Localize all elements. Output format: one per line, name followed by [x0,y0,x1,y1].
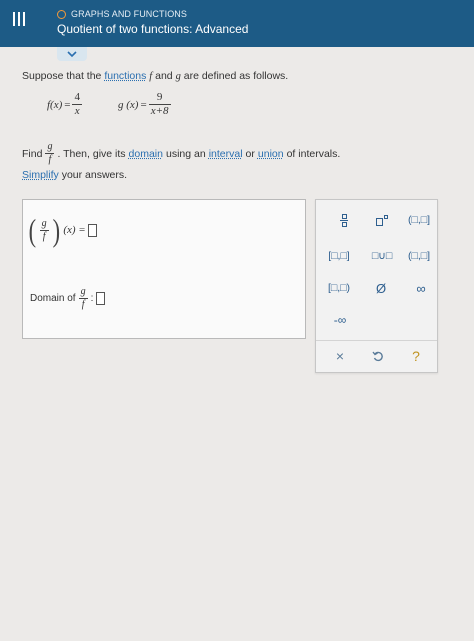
quotient-answer-input[interactable] [87,223,97,237]
quotient-expression: ( g f ) (x) = [27,214,97,246]
undo-key[interactable] [366,346,390,366]
chevron-down-icon [67,50,77,57]
domain-answer-input[interactable] [96,292,106,305]
module-label: GRAPHS AND FUNCTIONS [57,7,187,21]
keypad-divider [316,340,437,341]
menu-icon[interactable] [10,10,28,30]
problem-intro: Suppose that the functions f and g are d… [22,70,289,82]
quotient-fraction: g f [39,217,49,242]
functions-link[interactable]: functions [104,70,146,82]
infinity-key[interactable]: ∞ [406,278,436,298]
union-link[interactable]: union [258,148,284,160]
find-instruction: Find g f . Then, give its domain using a… [22,141,341,165]
closed-closed-interval-key[interactable]: [□,□] [320,246,358,266]
simplify-link[interactable]: Simplify [22,169,59,181]
domain-fraction: g f [78,286,88,310]
f-definition: f(x) = 4 x [47,91,82,117]
module-name: GRAPHS AND FUNCTIONS [71,9,188,19]
find-fraction: g f [45,141,55,165]
progress-circle-icon [57,9,66,19]
math-keypad: (□,□] [□,□] □∪□ (□,□] [□,□) Ø ∞ -∞ × ? [315,199,438,373]
topic-title: Quotient of two functions: Advanced [57,22,249,36]
open-closed-interval-key-2[interactable]: (□,□] [402,246,436,266]
closed-open-interval-key[interactable]: [□,□) [320,278,358,298]
f-fraction: 4 x [72,91,82,117]
exponent-key[interactable] [368,210,396,230]
domain-expression: Domain of g f : [30,286,106,310]
union-key[interactable]: □∪□ [364,246,400,266]
undo-icon [372,351,383,362]
help-key[interactable]: ? [404,346,428,366]
domain-link[interactable]: domain [129,148,163,160]
top-bar: GRAPHS AND FUNCTIONS Quotient of two fun… [0,0,474,47]
simplify-instruction: Simplify your answers. [22,169,128,181]
answer-area: ( g f ) (x) = Domain of g f : [22,199,306,339]
open-closed-interval-key[interactable]: (□,□] [402,210,436,230]
clear-key[interactable]: × [328,346,352,366]
g-fraction: 9 x+8 [148,91,171,117]
g-definition: g (x) = 9 x+8 [118,91,171,117]
fraction-key[interactable] [330,210,358,230]
interval-link[interactable]: interval [209,148,243,160]
empty-set-key[interactable]: Ø [366,278,396,298]
negative-infinity-key[interactable]: -∞ [324,310,356,330]
collapse-button[interactable] [57,47,87,61]
